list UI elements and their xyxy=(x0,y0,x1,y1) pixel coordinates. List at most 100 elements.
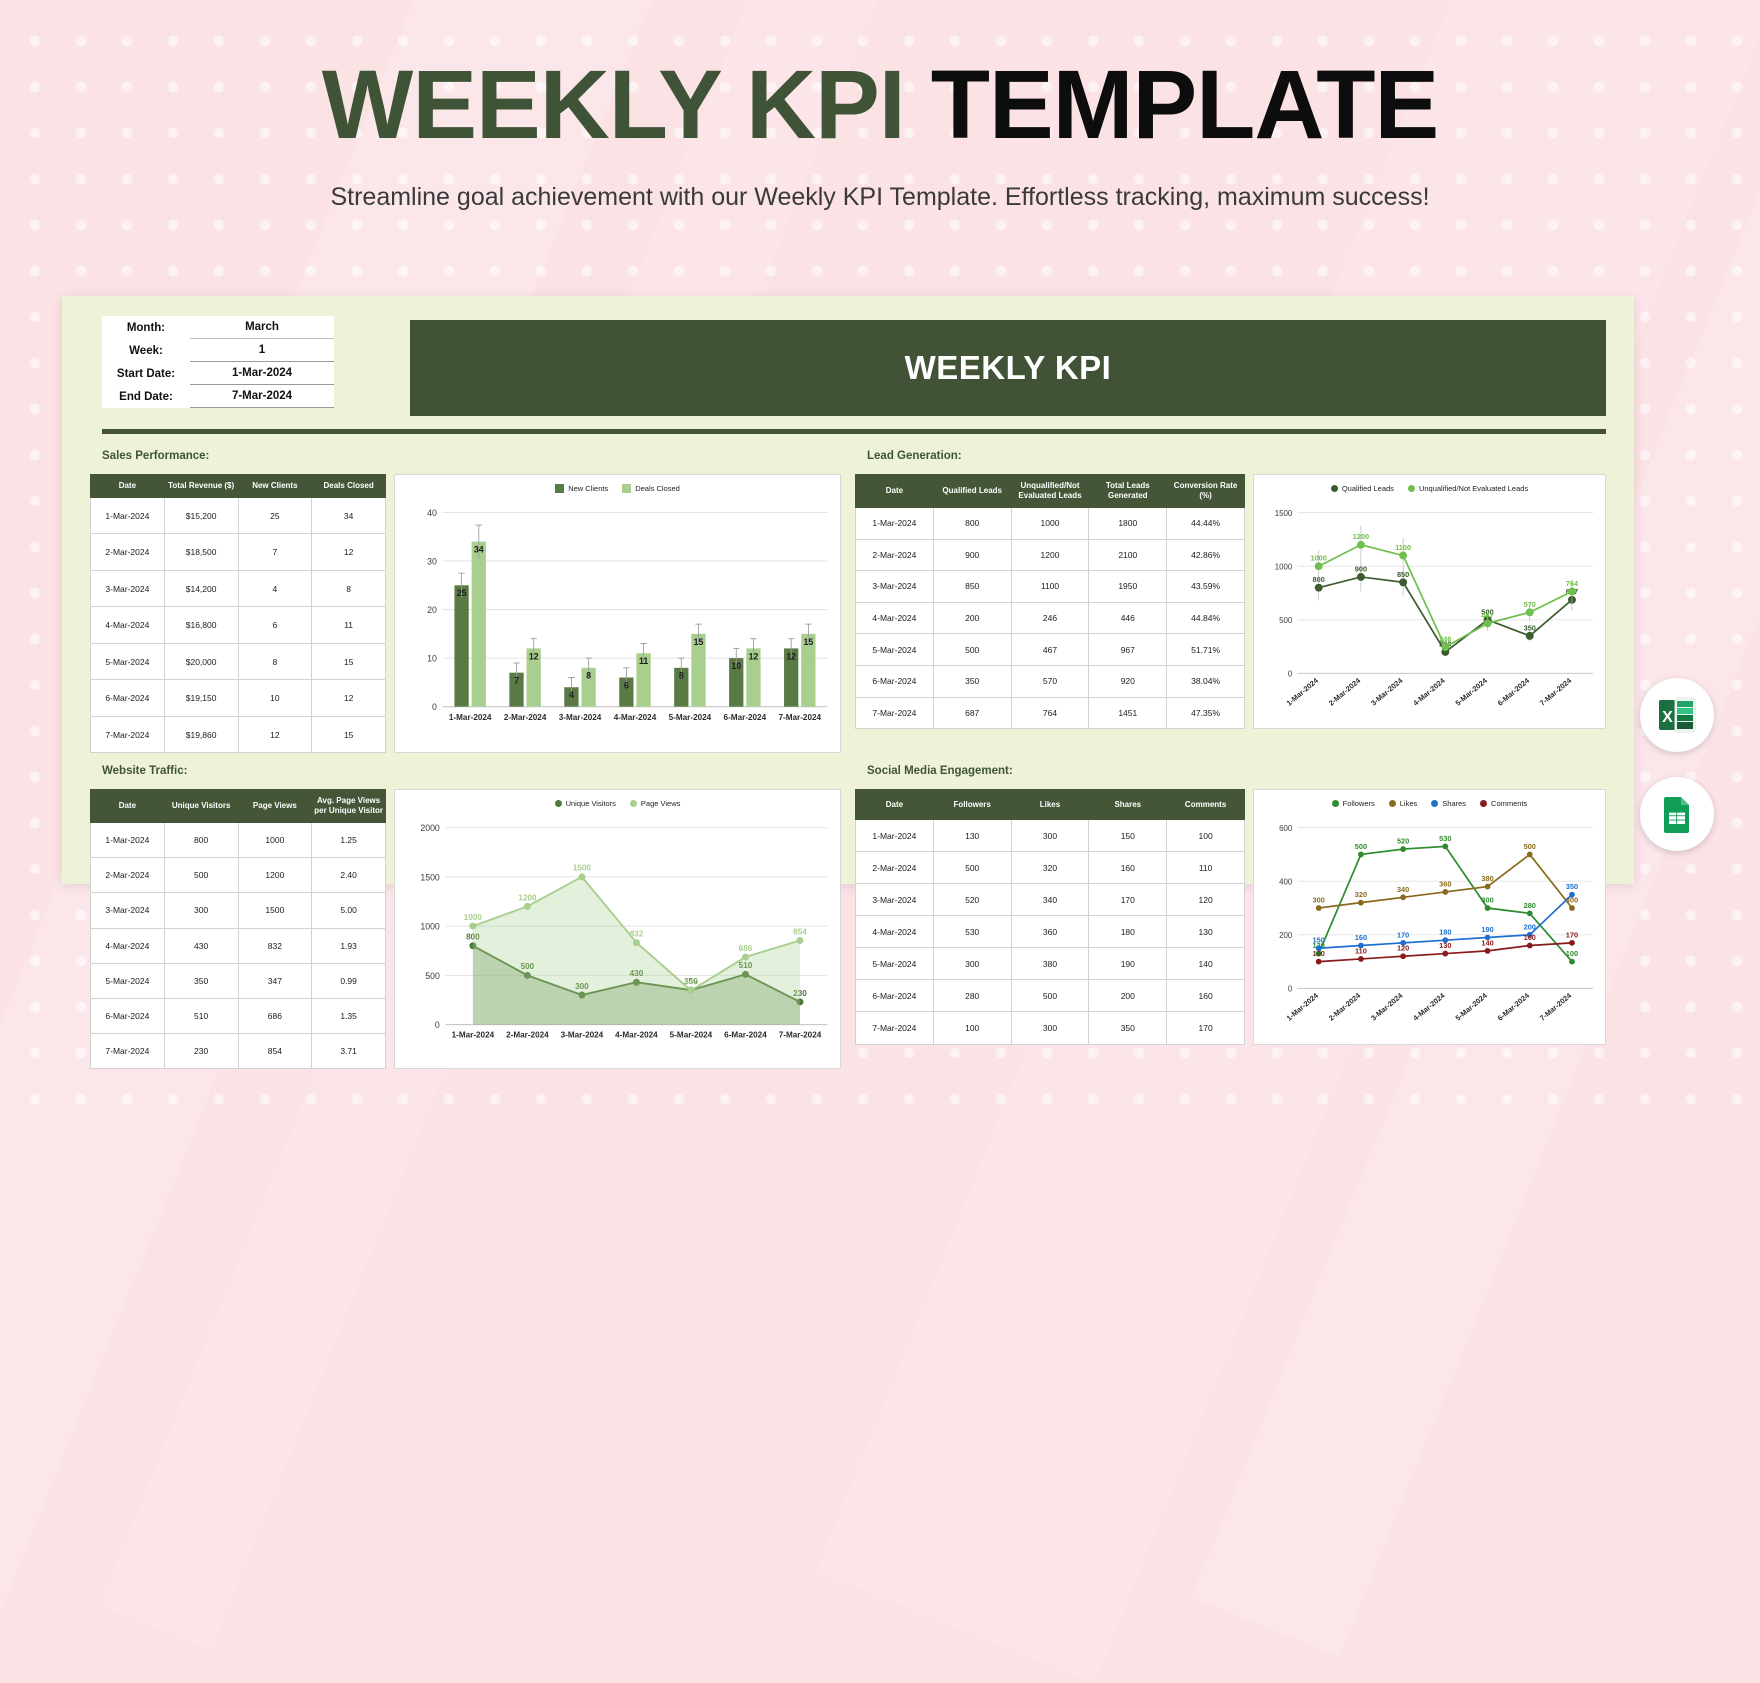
table-cell[interactable]: 47.35% xyxy=(1166,696,1245,730)
table-cell[interactable]: 2-Mar-2024 xyxy=(90,533,165,571)
table-cell[interactable]: $19,860 xyxy=(163,715,239,754)
table-cell[interactable]: 500 xyxy=(932,633,1012,666)
table-cell[interactable]: 6-Mar-2024 xyxy=(855,979,934,1013)
table-cell[interactable]: 1200 xyxy=(237,857,313,894)
table-cell[interactable]: 120 xyxy=(1166,883,1245,917)
table-cell[interactable]: 246 xyxy=(1010,601,1090,635)
table-cell[interactable]: 5.00 xyxy=(311,892,386,929)
table-cell[interactable]: 3.71 xyxy=(311,1032,386,1069)
table-cell[interactable]: 2-Mar-2024 xyxy=(90,857,165,894)
table-row[interactable]: 5-Mar-2024 $20,000 8 15 xyxy=(90,642,386,681)
table-cell[interactable]: 7 xyxy=(237,533,313,571)
table-cell[interactable]: 1451 xyxy=(1088,696,1168,730)
table-cell[interactable]: 8 xyxy=(237,642,313,681)
table-cell[interactable]: 430 xyxy=(163,927,239,964)
table-cell[interactable]: 4-Mar-2024 xyxy=(90,606,165,644)
table-row[interactable]: 4-Mar-2024 530 360 180 130 xyxy=(855,915,1245,949)
excel-badge[interactable]: X xyxy=(1640,678,1714,752)
table-cell[interactable]: 100 xyxy=(932,1011,1012,1045)
table-cell[interactable]: 7-Mar-2024 xyxy=(90,1032,165,1069)
table-cell[interactable]: 1-Mar-2024 xyxy=(90,822,165,859)
table-cell[interactable]: 100 xyxy=(1166,819,1245,853)
table-cell[interactable]: $15,200 xyxy=(163,496,239,535)
table-cell[interactable]: 190 xyxy=(1088,947,1168,981)
table-cell[interactable]: 360 xyxy=(1010,915,1090,949)
table-cell[interactable]: 130 xyxy=(932,819,1012,853)
table-cell[interactable]: 570 xyxy=(1010,664,1090,698)
table-cell[interactable]: 5-Mar-2024 xyxy=(90,962,165,999)
table-cell[interactable]: 130 xyxy=(1166,915,1245,949)
table-row[interactable]: 6-Mar-2024 280 500 200 160 xyxy=(855,979,1245,1013)
table-row[interactable]: 7-Mar-2024 230 854 3.71 xyxy=(90,1032,386,1069)
table-cell[interactable]: 800 xyxy=(163,822,239,859)
table-cell[interactable]: 1-Mar-2024 xyxy=(855,507,934,540)
table-cell[interactable]: 350 xyxy=(932,664,1012,698)
table-cell[interactable]: 1800 xyxy=(1088,507,1168,540)
table-cell[interactable]: 4-Mar-2024 xyxy=(855,915,934,949)
table-row[interactable]: 4-Mar-2024 $16,800 6 11 xyxy=(90,606,386,644)
table-row[interactable]: 1-Mar-2024 800 1000 1800 44.44% xyxy=(855,507,1245,540)
table-cell[interactable]: 3-Mar-2024 xyxy=(855,570,934,603)
table-row[interactable]: 5-Mar-2024 350 347 0.99 xyxy=(90,962,386,999)
table-cell[interactable]: 2100 xyxy=(1088,538,1168,572)
table-cell[interactable]: 510 xyxy=(163,997,239,1034)
google-sheets-icon[interactable] xyxy=(1640,777,1714,851)
table-row[interactable]: 4-Mar-2024 200 246 446 44.84% xyxy=(855,601,1245,635)
table-cell[interactable]: 446 xyxy=(1088,601,1168,635)
table-cell[interactable]: 6-Mar-2024 xyxy=(90,679,165,717)
table-cell[interactable]: 12 xyxy=(311,679,386,717)
table-cell[interactable]: 140 xyxy=(1166,947,1245,981)
table-cell[interactable]: 4-Mar-2024 xyxy=(90,927,165,964)
table-cell[interactable]: 520 xyxy=(932,883,1012,917)
table-cell[interactable]: 280 xyxy=(932,979,1012,1013)
table-cell[interactable]: 200 xyxy=(932,601,1012,635)
table-cell[interactable]: 2-Mar-2024 xyxy=(855,538,934,572)
table-cell[interactable]: 850 xyxy=(932,570,1012,603)
table-cell[interactable]: 43.59% xyxy=(1166,570,1245,603)
table-cell[interactable]: 200 xyxy=(1088,979,1168,1013)
table-cell[interactable]: 1100 xyxy=(1010,570,1090,603)
table-cell[interactable]: 5-Mar-2024 xyxy=(855,947,934,981)
table-cell[interactable]: 1950 xyxy=(1088,570,1168,603)
table-row[interactable]: 6-Mar-2024 510 686 1.35 xyxy=(90,997,386,1034)
table-cell[interactable]: 2.40 xyxy=(311,857,386,894)
table-cell[interactable]: 5-Mar-2024 xyxy=(855,633,934,666)
table-cell[interactable]: $18,500 xyxy=(163,533,239,571)
table-row[interactable]: 1-Mar-2024 $15,200 25 34 xyxy=(90,496,386,535)
table-cell[interactable]: 500 xyxy=(932,851,1012,885)
table-row[interactable]: 2-Mar-2024 $18,500 7 12 xyxy=(90,533,386,571)
table-cell[interactable]: 15 xyxy=(311,642,386,681)
table-cell[interactable]: 350 xyxy=(163,962,239,999)
table-cell[interactable]: 350 xyxy=(1088,1011,1168,1045)
table-row[interactable]: 3-Mar-2024 300 1500 5.00 xyxy=(90,892,386,929)
table-row[interactable]: 6-Mar-2024 350 570 920 38.04% xyxy=(855,664,1245,698)
table-cell[interactable]: $16,800 xyxy=(163,606,239,644)
table-cell[interactable]: 160 xyxy=(1088,851,1168,885)
table-cell[interactable]: 300 xyxy=(1010,819,1090,853)
table-row[interactable]: 3-Mar-2024 $14,200 4 8 xyxy=(90,569,386,608)
table-row[interactable]: 4-Mar-2024 430 832 1.93 xyxy=(90,927,386,964)
excel-icon[interactable]: X xyxy=(1640,678,1714,752)
table-cell[interactable]: 500 xyxy=(1010,979,1090,1013)
table-cell[interactable]: 4-Mar-2024 xyxy=(855,601,934,635)
table-cell[interactable]: 1-Mar-2024 xyxy=(855,819,934,853)
table-cell[interactable]: 1500 xyxy=(237,892,313,929)
table-cell[interactable]: 51.71% xyxy=(1166,633,1245,666)
table-row[interactable]: 2-Mar-2024 900 1200 2100 42.86% xyxy=(855,538,1245,572)
table-cell[interactable]: 25 xyxy=(237,496,313,535)
table-cell[interactable]: 1.25 xyxy=(311,822,386,859)
table-cell[interactable]: 920 xyxy=(1088,664,1168,698)
table-cell[interactable]: 110 xyxy=(1166,851,1245,885)
table-cell[interactable]: 170 xyxy=(1088,883,1168,917)
table-cell[interactable]: 967 xyxy=(1088,633,1168,666)
table-cell[interactable]: 530 xyxy=(932,915,1012,949)
table-cell[interactable]: 15 xyxy=(311,715,386,754)
table-cell[interactable]: 1.93 xyxy=(311,927,386,964)
table-cell[interactable]: 1200 xyxy=(1010,538,1090,572)
table-cell[interactable]: 0.99 xyxy=(311,962,386,999)
table-cell[interactable]: 8 xyxy=(311,569,386,608)
table-cell[interactable]: 2-Mar-2024 xyxy=(855,851,934,885)
table-cell[interactable]: 1000 xyxy=(237,822,313,859)
table-cell[interactable]: 160 xyxy=(1166,979,1245,1013)
table-cell[interactable]: 900 xyxy=(932,538,1012,572)
